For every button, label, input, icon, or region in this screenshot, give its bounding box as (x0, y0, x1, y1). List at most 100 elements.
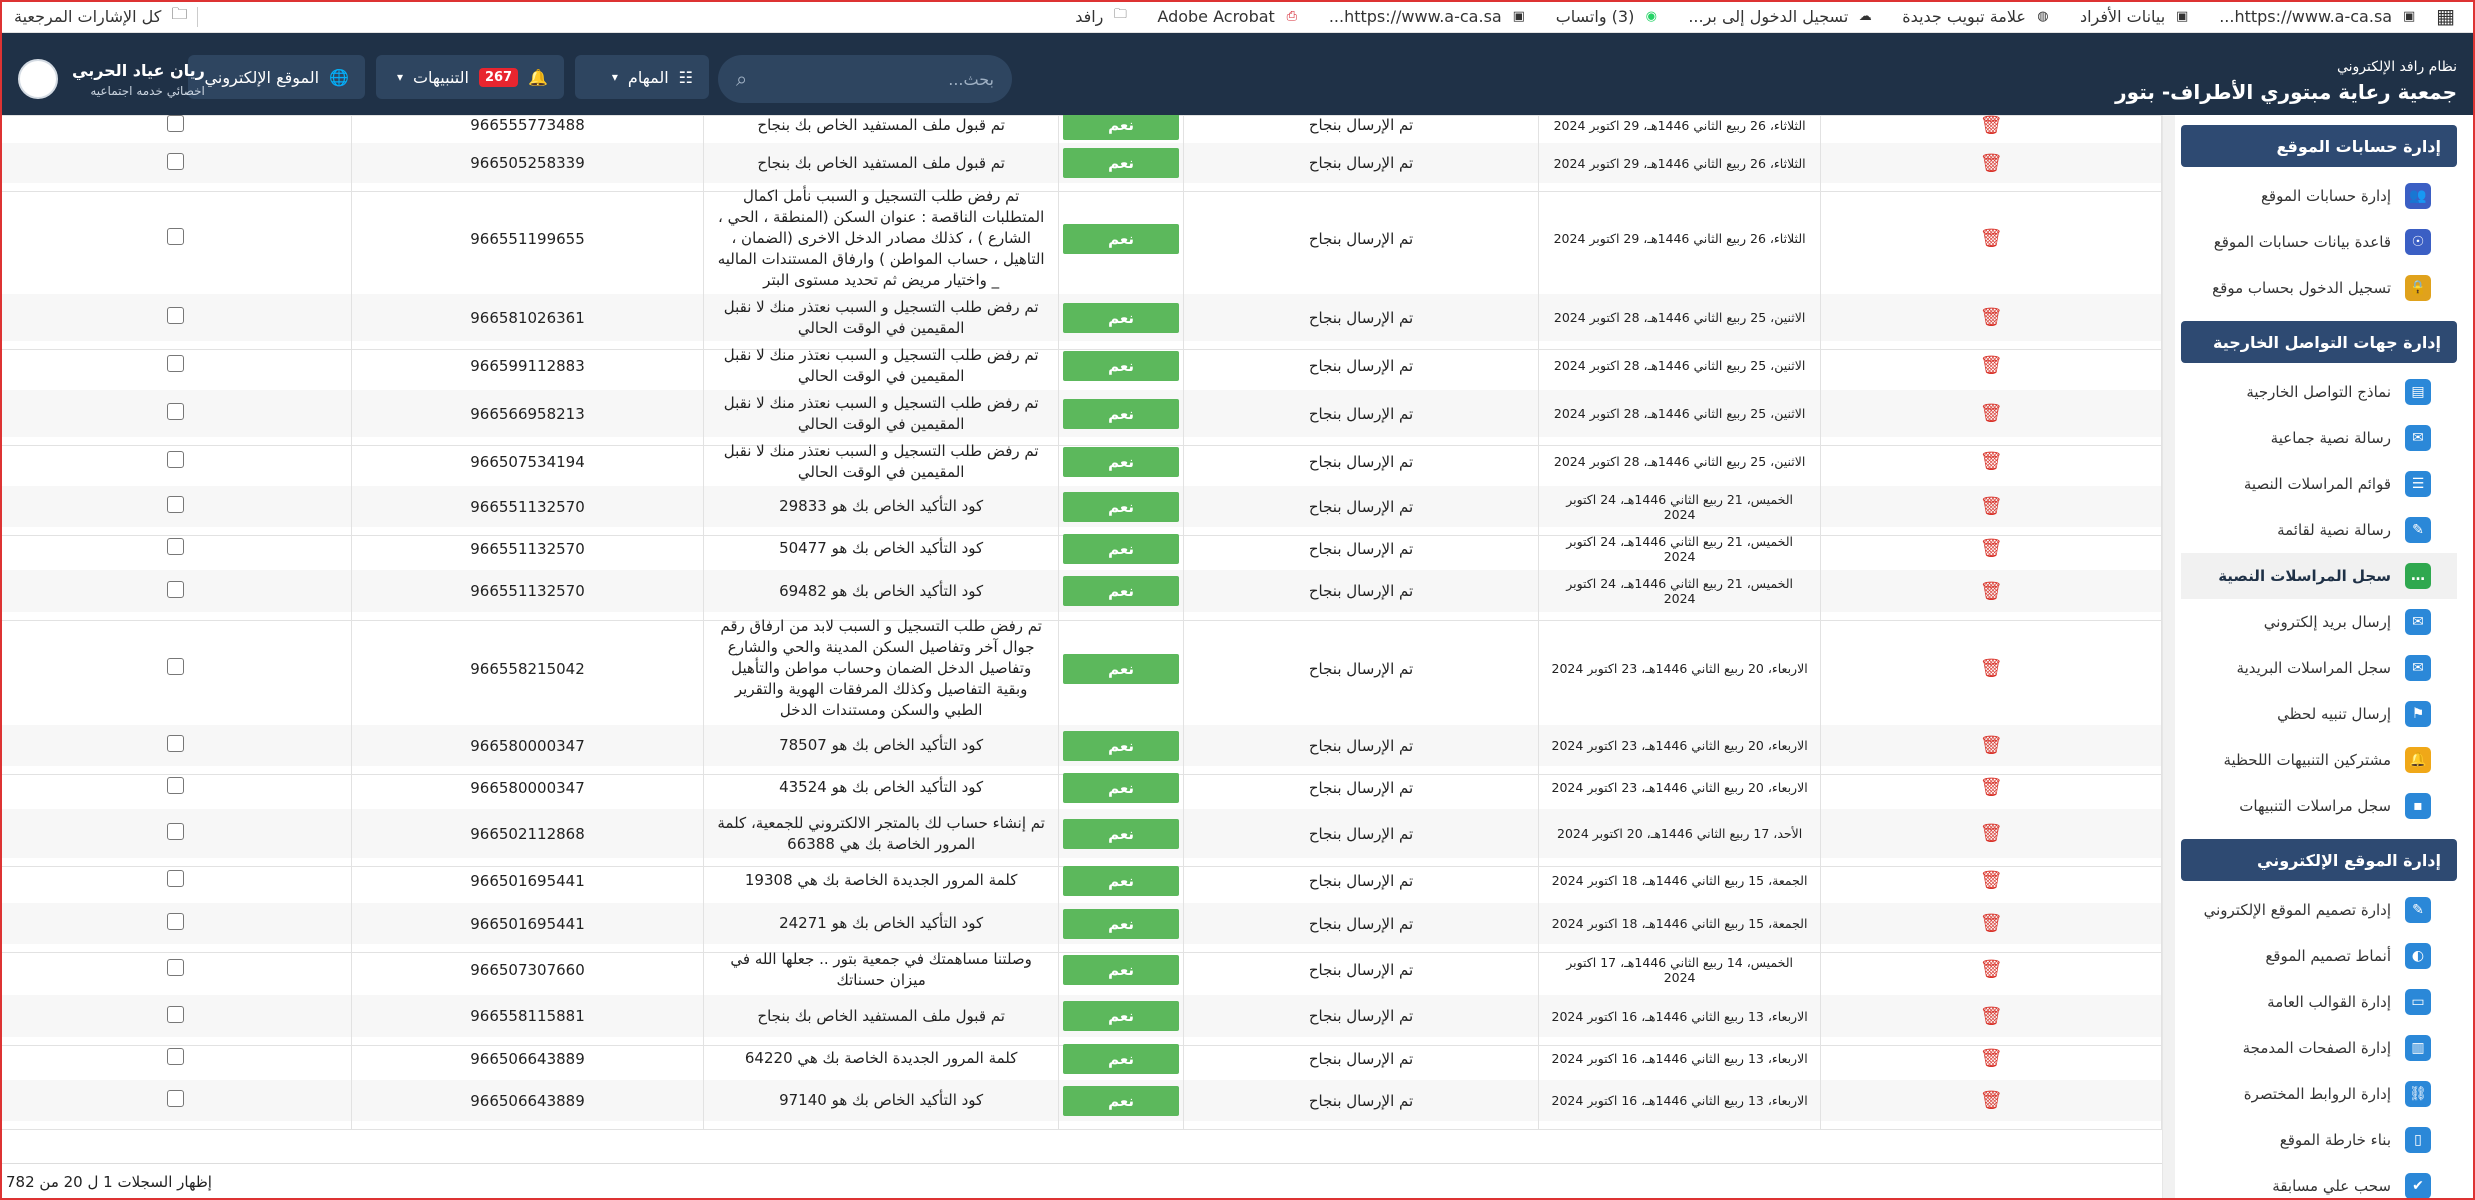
row-checkbox[interactable] (167, 913, 185, 930)
trash-icon[interactable]: 🗑 (1980, 228, 2003, 249)
sidebar-section-header[interactable]: إدارة حسابات الموقع (2181, 125, 2457, 167)
sidebar-item[interactable]: ▯ بناء خارطة الموقع (2181, 1117, 2457, 1163)
sidebar-item[interactable]: 🔒 تسجيل الدخول بحساب موقع (2181, 265, 2457, 311)
sidebar-section-header[interactable]: إدارة الموقع الإلكتروني (2181, 839, 2457, 881)
row-checkbox[interactable] (167, 403, 185, 420)
bookmark-item[interactable]: ◉ (3) واتساب (1556, 7, 1661, 26)
trash-icon[interactable]: 🗑 (1980, 496, 2003, 517)
row-checkbox[interactable] (167, 451, 185, 468)
sidebar-item[interactable]: 🔔 مشتركين التنبيهات اللحظية (2181, 737, 2457, 783)
trash-icon[interactable]: 🗑 (1980, 153, 2003, 174)
row-checkbox[interactable] (167, 870, 185, 887)
row-checkbox[interactable] (167, 1048, 185, 1065)
row-checkbox[interactable] (167, 538, 185, 555)
date-cell: الثلاثاء، 26 ربيع الثاني 1446هـ، 29 اكتو… (1537, 183, 1822, 294)
bookmark-item[interactable]: ▣ https://www.a-ca.sa... (1329, 7, 1528, 26)
trash-icon[interactable]: 🗑 (1980, 1006, 2003, 1027)
page-icon: ▣ (1512, 8, 1525, 24)
row-checkbox[interactable] (167, 823, 185, 840)
all-bookmarks[interactable]: 🗀 كل الإشارات المرجعية (14, 0, 206, 33)
notifications-button[interactable]: 🔔 267 التنبيهات ▾ (376, 55, 564, 99)
row-checkbox[interactable] (167, 307, 185, 324)
avatar[interactable] (18, 59, 58, 99)
search-placeholder: بحث... (948, 69, 994, 89)
row-checkbox[interactable] (167, 777, 185, 794)
trash-icon[interactable]: 🗑 (1980, 1090, 2003, 1111)
sent-flag-cell: نعم (1057, 808, 1185, 859)
website-button[interactable]: 🌐 الموقع الإلكتروني (188, 55, 365, 99)
sent-flag-cell: نعم (1057, 437, 1185, 486)
sidebar-item[interactable]: ☰ قوائم المراسلات النصية (2181, 461, 2457, 507)
row-checkbox[interactable] (167, 658, 185, 675)
checkbox-cell (0, 115, 352, 143)
row-checkbox[interactable] (167, 228, 185, 245)
globe-icon: ◍ (2037, 8, 2049, 24)
trash-icon[interactable]: 🗑 (1980, 355, 2003, 376)
checkbox-cell (0, 293, 352, 342)
sidebar-item[interactable]: ◐ أنماط تصميم الموقع (2181, 933, 2457, 979)
sidebar-section-header[interactable]: إدارة جهات التواصل الخارجية (2181, 321, 2457, 363)
trash-icon[interactable]: 🗑 (1980, 913, 2003, 934)
trash-icon[interactable]: 🗑 (1980, 307, 2003, 328)
trash-icon[interactable]: 🗑 (1980, 115, 2003, 136)
sidebar-item[interactable]: ✔ سحب علي مسابقة (2181, 1163, 2457, 1200)
sidebar-item[interactable]: ▥ إدارة الصفحات المدمجة (2181, 1025, 2457, 1071)
row-checkbox[interactable] (167, 735, 185, 752)
trash-icon[interactable]: 🗑 (1980, 1048, 2003, 1069)
sidebar-item[interactable]: ✎ إدارة تصميم الموقع الإلكتروني (2181, 887, 2457, 933)
user-db-icon: ☉ (2405, 229, 2431, 255)
row-checkbox[interactable] (167, 152, 185, 170)
row-checkbox[interactable] (167, 355, 185, 372)
yes-badge: نعم (1063, 954, 1180, 985)
bookmark-item[interactable]: ▣ https://www.a-ca.sa... (2219, 7, 2418, 26)
trash-icon[interactable]: 🗑 (1980, 870, 2003, 891)
delete-cell: 🗑 (1820, 808, 2162, 859)
sidebar-item[interactable]: ✉ سجل المراسلات البريدية (2181, 645, 2457, 691)
message-cell: تم قبول ملف المستفيد الخاص بك بنجاح (703, 115, 1059, 143)
sidebar-item[interactable]: ✉ إرسال بريد إلكتروني (2181, 599, 2457, 645)
sidebar-item[interactable]: ⚑ إرسال تنبيه لحظي (2181, 691, 2457, 737)
row-checkbox[interactable] (167, 580, 185, 598)
date-cell: الاربعاء، 13 ربيع الثاني 1446هـ، 16 اكتو… (1537, 994, 1822, 1038)
trash-icon[interactable]: 🗑 (1980, 581, 2003, 602)
trash-icon[interactable]: 🗑 (1980, 959, 2003, 980)
user-profile[interactable]: ريان عياد الحربي اخصائي خدمه اجتماعيه (18, 59, 205, 99)
sidebar-item[interactable]: ✉ رسالة نصية جماعية (2181, 415, 2457, 461)
date-cell: الأحد، 17 ربيع الثاني 1446هـ، 20 اكتوبر … (1537, 808, 1822, 859)
sidebar-item[interactable]: ▪ سجل مراسلات التنبيهات (2181, 783, 2457, 829)
trash-icon[interactable]: 🗑 (1980, 823, 2003, 844)
row-checkbox[interactable] (167, 1005, 185, 1023)
row-checkbox[interactable] (167, 115, 185, 132)
bookmark-item[interactable]: 🗀 رافد (1075, 7, 1129, 26)
bookmark-item[interactable]: ▣ بيانات الأفراد (2080, 7, 2191, 26)
sidebar-item[interactable]: ▤ نماذج التواصل الخارجية (2181, 369, 2457, 415)
bookmark-label: (3) واتساب (1555, 6, 1635, 26)
bookmark-item[interactable]: ⎙ Adobe Acrobat (1157, 7, 1300, 26)
trash-icon[interactable]: 🗑 (1980, 403, 2003, 424)
row-checkbox[interactable] (167, 1090, 185, 1107)
trash-icon[interactable]: 🗑 (1980, 538, 2003, 559)
search-icon[interactable]: ⌕ (736, 67, 747, 91)
trash-icon[interactable]: 🗑 (1980, 658, 2003, 679)
apps-grid-icon[interactable]: ▦ (2436, 4, 2455, 28)
sidebar-item[interactable]: 👥 إدارة حسابات الموقع (2181, 173, 2457, 219)
search-input[interactable]: بحث... ⌕ (718, 55, 1012, 103)
row-checkbox[interactable] (167, 496, 185, 513)
notifications-label: التنبيهات (412, 67, 469, 87)
bookmark-item[interactable]: ☁ تسجيل الدخول إلى بر... (1688, 7, 1874, 26)
tasks-button[interactable]: ☷ المهام ▾ (575, 55, 709, 99)
trash-icon[interactable]: 🗑 (1980, 451, 2003, 472)
bookmark-item[interactable]: ◍ علامة تبويب جديدة (1902, 7, 2052, 26)
sidebar-item[interactable]: … سجل المراسلات النصية (2181, 553, 2457, 599)
sidebar-item[interactable]: ⛓ إدارة الروابط المختصرة (2181, 1071, 2457, 1117)
sidebar-item[interactable]: ☉ قاعدة بيانات حسابات الموقع (2181, 219, 2457, 265)
trash-icon[interactable]: 🗑 (1980, 777, 2003, 798)
checkbox-cell (0, 437, 352, 486)
trash-icon[interactable]: 🗑 (1980, 735, 2003, 756)
phone-cell: 966599112883 (350, 341, 705, 390)
date-cell: الاثنين، 25 ربيع الثاني 1446هـ، 28 اكتوب… (1537, 437, 1822, 486)
sidebar-item[interactable]: ✎ رسالة نصية لقائمة (2181, 507, 2457, 553)
sidebar-item-label: إرسال بريد إلكتروني (2263, 613, 2391, 631)
row-checkbox[interactable] (167, 959, 185, 976)
sidebar-item[interactable]: ▭ إدارة القوالب العامة (2181, 979, 2457, 1025)
